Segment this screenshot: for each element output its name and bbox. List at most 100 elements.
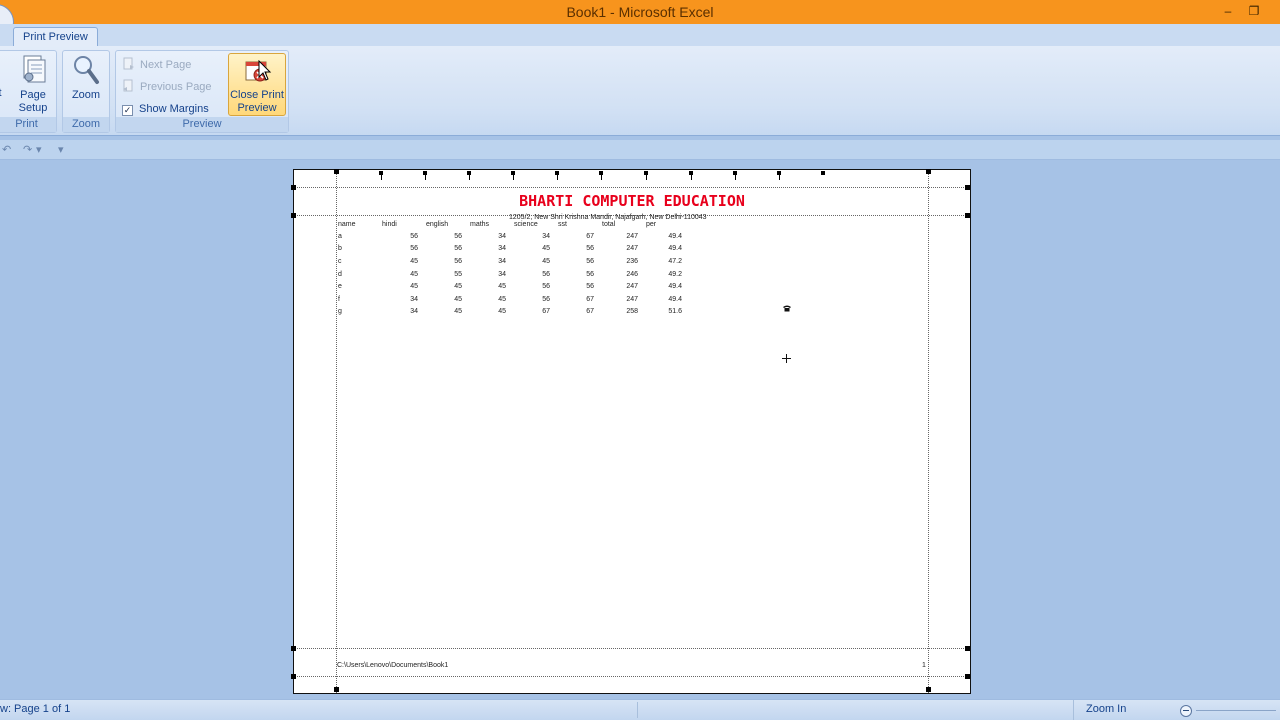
close-print-preview-content: Close Print Preview xyxy=(229,58,285,115)
customize-toolbar-icon[interactable]: ▾ xyxy=(58,143,64,156)
previous-page-icon xyxy=(123,79,133,92)
margin-handle[interactable] xyxy=(291,213,296,218)
table-cell: c xyxy=(338,257,342,265)
zoom-group: Zoom Zoom xyxy=(62,50,110,133)
table-cell: 45 xyxy=(498,295,506,303)
table-cell: 236 xyxy=(626,257,638,265)
table-cell: 34 xyxy=(410,295,418,303)
column-tick xyxy=(601,174,602,180)
zoom-out-icon[interactable] xyxy=(1180,705,1192,717)
table-cell: 56 xyxy=(410,232,418,240)
column-handle[interactable] xyxy=(821,171,825,175)
margin-handle[interactable] xyxy=(926,687,931,692)
margin-handle[interactable] xyxy=(965,213,970,218)
print-group-label: Print xyxy=(0,117,56,132)
right-margin-guide[interactable] xyxy=(928,170,929,693)
table-cell: 56 xyxy=(454,245,462,253)
table-cell: e xyxy=(338,283,342,291)
window-title: Book1 - Microsoft Excel xyxy=(566,4,714,20)
page-setup-button[interactable]: Page Setup xyxy=(7,53,59,115)
column-tick xyxy=(469,174,470,180)
header-cell: maths xyxy=(470,220,490,228)
table-cell: 34 xyxy=(498,270,506,278)
zoom-in-label[interactable]: Zoom In xyxy=(1086,703,1126,715)
show-margins-checkbox[interactable]: ✓ Show Margins xyxy=(122,100,209,118)
margin-handle[interactable] xyxy=(291,674,296,679)
table-cell: 56 xyxy=(410,245,418,253)
print-button-partial[interactable]: t xyxy=(0,87,5,100)
table-cell: d xyxy=(338,270,342,278)
minimize-button[interactable]: – xyxy=(1216,2,1240,20)
table-cell: 49.4 xyxy=(668,295,682,303)
margin-handle[interactable] xyxy=(334,169,339,174)
zoom-slider[interactable] xyxy=(1196,710,1276,711)
table-cell: 49.4 xyxy=(668,245,682,253)
status-page-indicator: w: Page 1 of 1 xyxy=(0,703,71,715)
header-cell: english xyxy=(426,220,449,228)
table-cell: 247 xyxy=(626,232,638,240)
ribbon-tab-strip: Print Preview xyxy=(0,24,1280,47)
checkmark-icon: ✓ xyxy=(122,105,133,116)
margin-handle[interactable] xyxy=(926,169,931,174)
table-header-row: name hindi english maths science sst total per xyxy=(338,218,690,230)
table-cell: 45 xyxy=(454,308,462,316)
table-cell: 56 xyxy=(586,245,594,253)
table-cell: 56 xyxy=(454,257,462,265)
table-cell: 45 xyxy=(542,257,550,265)
table-cell: 67 xyxy=(586,308,594,316)
margin-handle[interactable] xyxy=(965,674,970,679)
table-cell: 45 xyxy=(542,245,550,253)
status-divider xyxy=(637,702,638,718)
print-group: t Page Setup Print xyxy=(0,50,57,133)
table-cell: 67 xyxy=(586,295,594,303)
bottom-margin-guide[interactable] xyxy=(294,648,970,649)
table-row: c 45 56 34 45 56 236 47.2 xyxy=(338,255,690,268)
margin-handle[interactable] xyxy=(291,185,296,190)
header-cell: science xyxy=(514,220,538,228)
table-cell: 55 xyxy=(454,270,462,278)
restore-button[interactable]: ❐ xyxy=(1242,2,1266,20)
ribbon: t Page Setup Print Zoom Zoom xyxy=(0,46,1280,136)
left-margin-guide[interactable] xyxy=(336,170,337,693)
magnifier-icon xyxy=(74,56,99,84)
status-bar: w: Page 1 of 1 Zoom In xyxy=(0,699,1280,720)
margin-handle[interactable] xyxy=(965,646,970,651)
column-tick xyxy=(779,174,780,180)
table-cell: 49.4 xyxy=(668,232,682,240)
footer-file-path: C:\Users\Lenovo\Documents\Book1 xyxy=(337,662,449,669)
next-page-icon xyxy=(123,57,134,70)
table-cell: 34 xyxy=(498,257,506,265)
table-cell: 34 xyxy=(498,245,506,253)
next-page-button[interactable]: Next Page xyxy=(122,56,191,74)
footer-page-number: 1 xyxy=(922,662,926,669)
redo-icon[interactable]: ↷ xyxy=(23,143,32,156)
footer-margin-guide[interactable] xyxy=(294,676,970,677)
undo-icon[interactable]: ↶ xyxy=(2,143,11,156)
table-cell: 49.4 xyxy=(668,283,682,291)
table-cell: 67 xyxy=(542,308,550,316)
table-cell: 45 xyxy=(498,283,506,291)
title-bar: Book1 - Microsoft Excel – ❐ xyxy=(0,0,1280,40)
table-row: g 34 45 45 67 67 258 51.6 xyxy=(338,306,690,319)
table-cell: f xyxy=(338,295,340,303)
table-cell: 56 xyxy=(542,283,550,291)
previous-page-button[interactable]: Previous Page xyxy=(122,78,212,96)
margin-handle[interactable] xyxy=(291,646,296,651)
tab-print-preview[interactable]: Print Preview xyxy=(13,27,98,47)
close-print-preview-button[interactable]: Close Print Preview xyxy=(228,53,286,116)
margin-handle[interactable] xyxy=(965,185,970,190)
zoom-button[interactable]: Zoom xyxy=(63,53,109,102)
column-tick xyxy=(513,174,514,180)
header-margin-guide[interactable] xyxy=(294,187,970,188)
table-cell: 56 xyxy=(542,295,550,303)
table-row: d 45 55 34 56 56 246 49.2 xyxy=(338,268,690,281)
preview-group-label: Preview xyxy=(116,117,288,132)
marks-table: name hindi english maths science sst total per a… xyxy=(338,218,690,318)
table-cell: 247 xyxy=(626,295,638,303)
column-tick xyxy=(425,174,426,180)
redo-dropdown-icon[interactable]: ▾ xyxy=(36,143,42,156)
report-title: BHARTI COMPUTER EDUCATION xyxy=(519,192,745,210)
margin-handle[interactable] xyxy=(334,687,339,692)
table-cell: 56 xyxy=(542,270,550,278)
zoom-area: Zoom In xyxy=(1073,700,1280,720)
